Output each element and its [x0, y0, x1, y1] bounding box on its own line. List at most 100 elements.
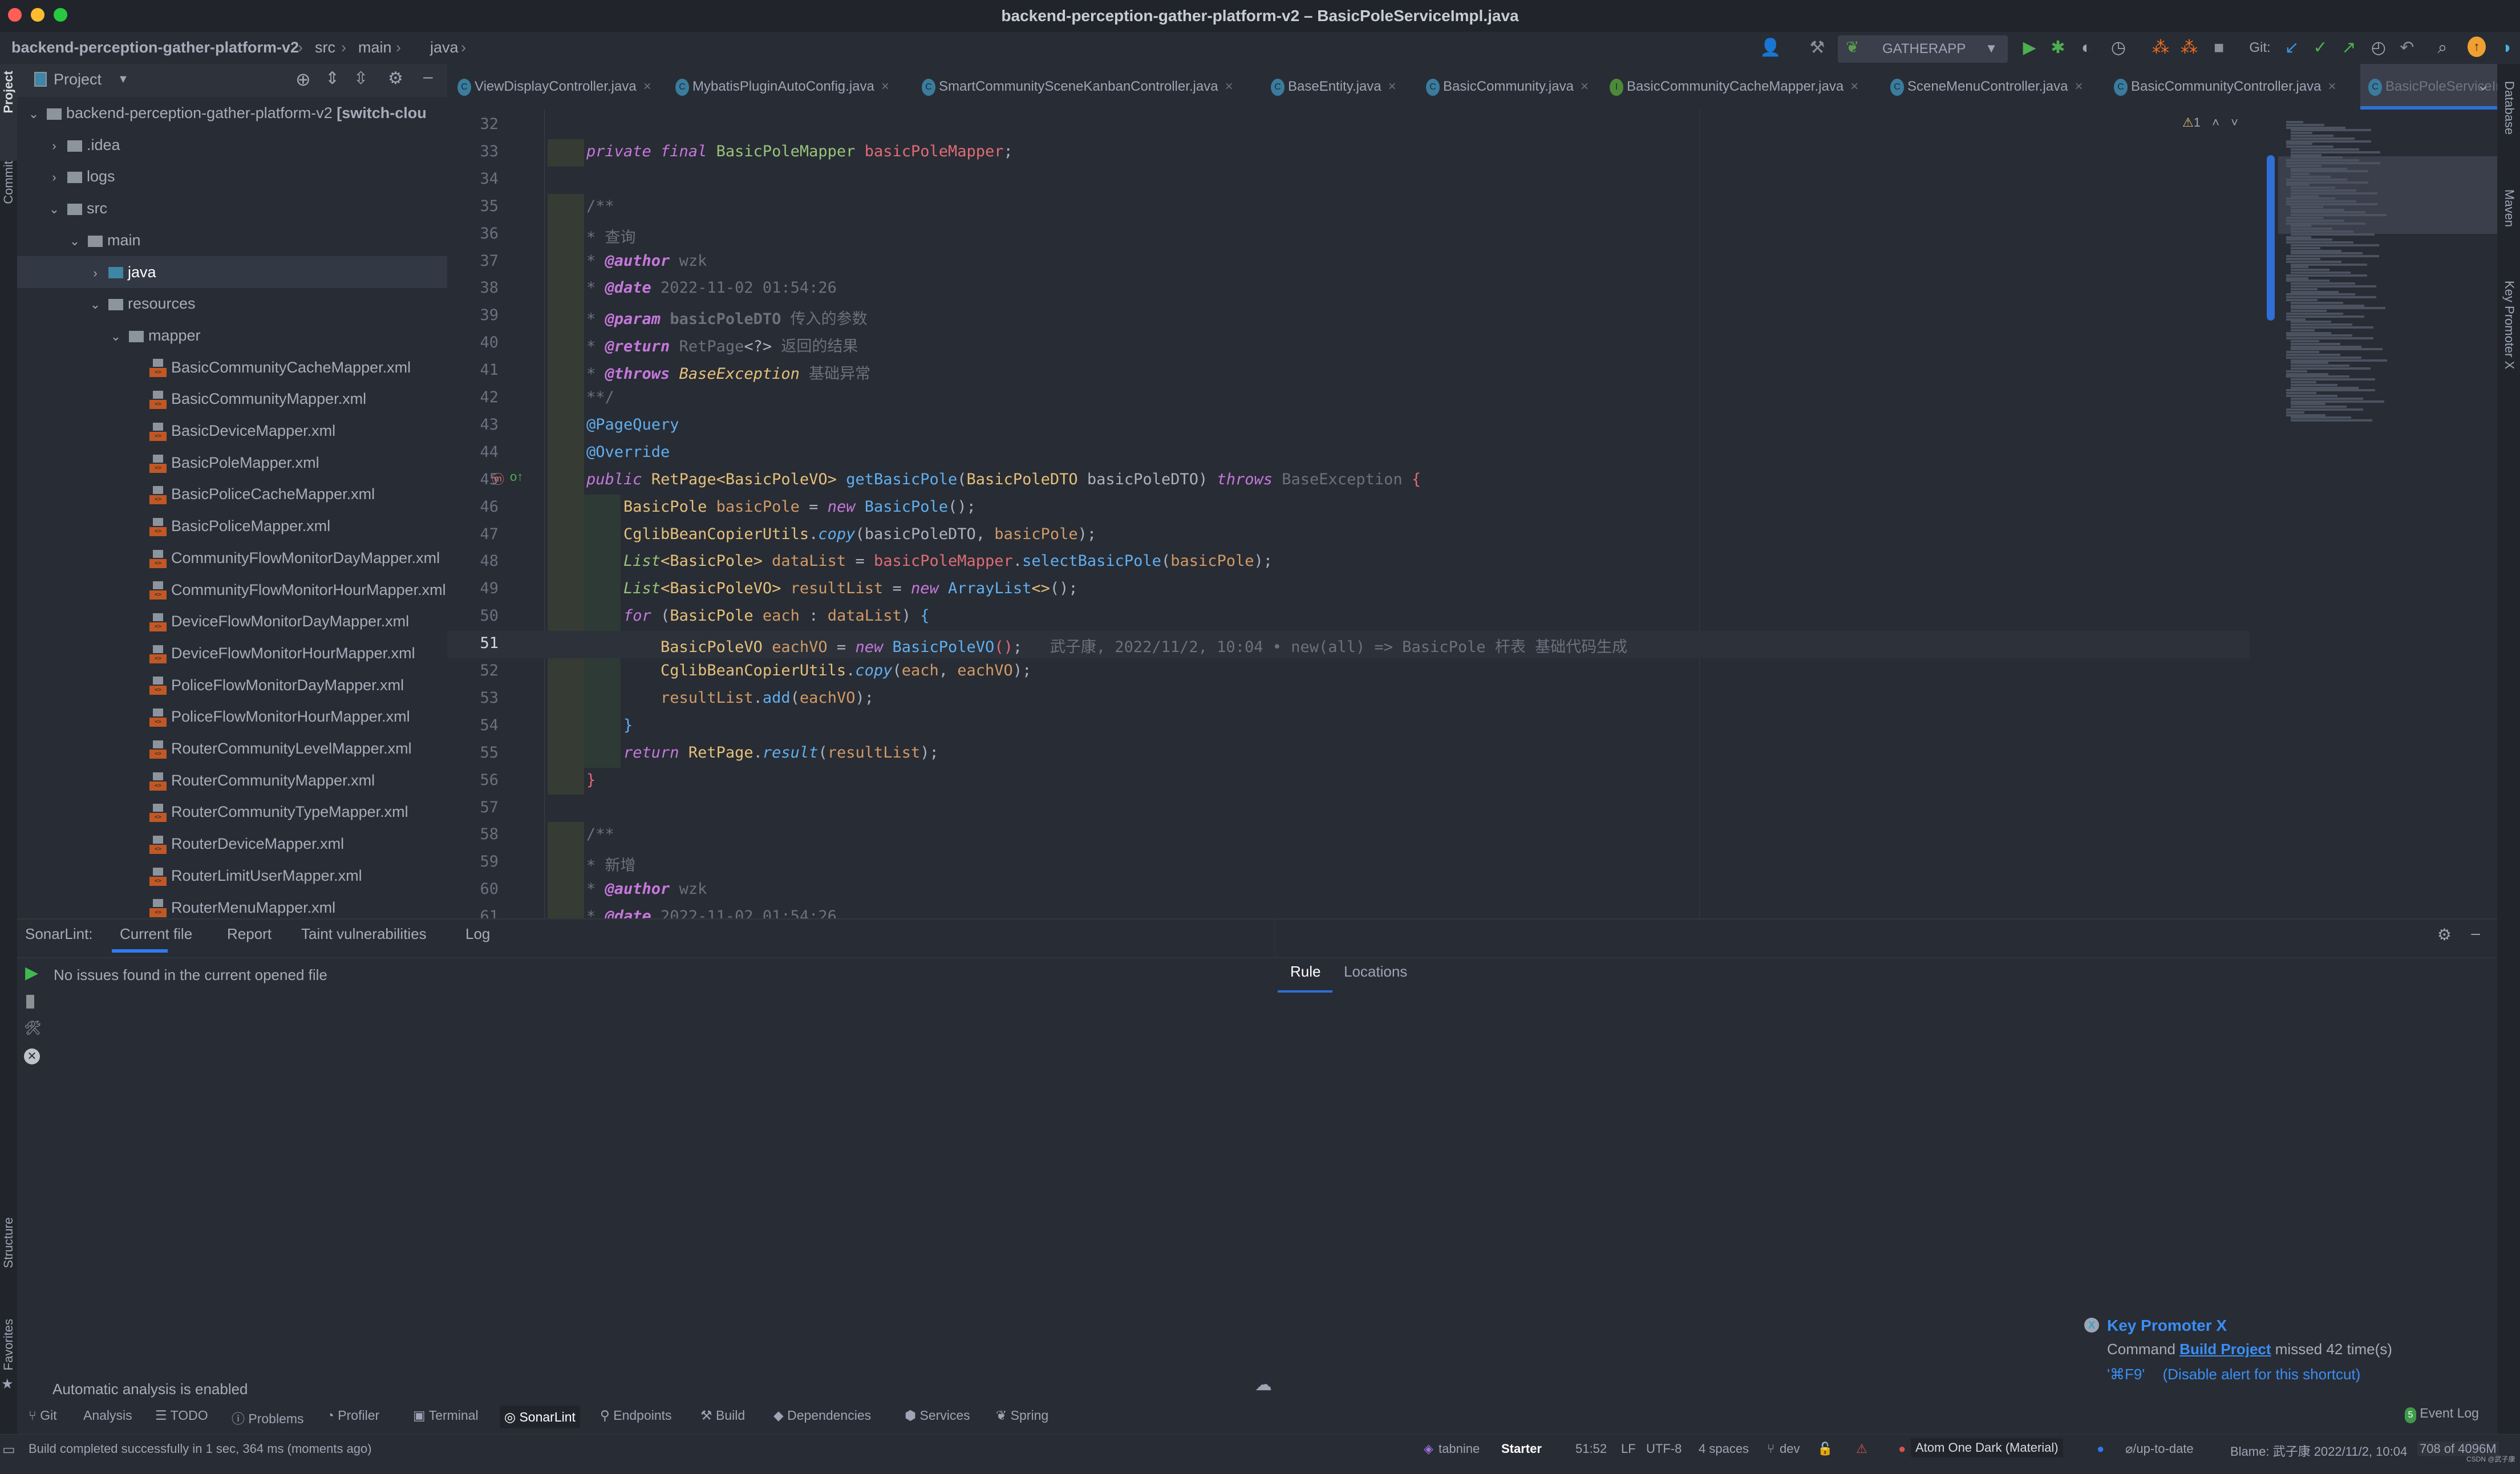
chevron-right-icon[interactable]: ›	[47, 161, 62, 192]
tree-file-item[interactable]: <> DeviceFlowMonitorDayMapper.xml	[17, 605, 447, 637]
run-configuration-select[interactable]: ❦ GATHERAPP ▼	[1838, 35, 2008, 63]
theme-indicator[interactable]: Atom One Dark (Material)	[1911, 1438, 2063, 1457]
tool-tab-favorites[interactable]: Favorites	[1, 1319, 16, 1370]
git-blame[interactable]: Blame: 武子康 2022/11/2, 10:04	[2230, 1441, 2407, 1460]
collapse-all-icon[interactable]: ⇳	[354, 68, 368, 88]
close-tab-icon[interactable]: ×	[1225, 79, 1233, 94]
editor-tab[interactable]: C BaseEntity.java ×	[1271, 64, 1413, 110]
sonarlint-tab-log[interactable]: Log	[465, 925, 490, 943]
close-tab-icon[interactable]: ×	[2075, 79, 2083, 94]
tool-tab-database[interactable]: Database	[2502, 81, 2517, 135]
tool-window-spring[interactable]: ❦ Spring	[996, 1408, 1048, 1423]
git-commit-icon[interactable]: ✓	[2309, 37, 2332, 59]
tree-file-item[interactable]: <> BasicPoliceMapper.xml	[17, 510, 447, 542]
disable-alert-link[interactable]: (Disable alert for this shortcut)	[2163, 1366, 2361, 1383]
tool-tab-maven[interactable]: Maven	[2502, 189, 2517, 227]
stop-icon[interactable]: ■	[2207, 37, 2230, 59]
override-gutter-icon[interactable]: o↑	[510, 469, 523, 484]
tool-tab-project[interactable]: Project	[1, 71, 16, 114]
tree-file-item[interactable]: <> DeviceFlowMonitorHourMapper.xml	[17, 637, 447, 669]
tree-folder-item[interactable]: ⌄ backend-perception-gather-platform-v2 […	[17, 97, 447, 129]
tool-window-git[interactable]: ⑂ Git	[29, 1408, 57, 1423]
chevron-down-icon[interactable]: ▼	[118, 73, 129, 86]
jrebel-debug-icon[interactable]: ⁂	[2178, 37, 2201, 59]
tree-folder-item[interactable]: › java	[17, 256, 447, 288]
detail-tab-locations[interactable]: Locations	[1344, 963, 1407, 981]
editor-tab[interactable]: I BasicCommunityCacheMapper.java ×	[1610, 64, 1878, 110]
tool-window-sonarlint[interactable]: ◎ SonarLint	[500, 1406, 580, 1428]
tool-tab-structure[interactable]: Structure	[1, 1217, 16, 1268]
tree-file-item[interactable]: <> PoliceFlowMonitorHourMapper.xml	[17, 700, 447, 732]
close-tab-icon[interactable]: ×	[2328, 79, 2336, 94]
sonarlint-tab-current-file[interactable]: Current file	[120, 925, 192, 943]
code-editor[interactable]: 32 33 private final BasicPoleMapper basicP…	[447, 110, 2250, 918]
code-minimap[interactable]	[2250, 110, 2497, 918]
editor-tab[interactable]: CBasicPoleServiceImpl.java×	[2360, 64, 2520, 110]
editor-tab[interactable]: C MybatisPluginAutoConfig.java ×	[675, 64, 909, 110]
editor-scrollbar[interactable]	[2267, 155, 2275, 321]
tree-folder-item[interactable]: ⌄ resources	[17, 287, 447, 319]
inspection-widget[interactable]: ⚠1 ˄ ˅	[2182, 115, 2238, 130]
coverage-icon[interactable]: ◐	[2075, 37, 2098, 59]
tree-file-item[interactable]: <> RouterMenuMapper.xml	[17, 892, 447, 919]
git-update-icon[interactable]: ↙	[2280, 37, 2303, 59]
minimize-panel-icon[interactable]: –	[423, 67, 433, 87]
chevron-down-icon[interactable]: ⌄	[88, 289, 103, 319]
build-hammer-icon[interactable]: ⚒	[1806, 37, 1829, 59]
git-branch[interactable]: dev	[1780, 1441, 1800, 1456]
sonarlint-tab-report[interactable]: Report	[227, 925, 272, 943]
event-log-button[interactable]: 5 Event Log	[2405, 1406, 2479, 1423]
tree-file-item[interactable]: <> RouterCommunityLevelMapper.xml	[17, 732, 447, 764]
breadcrumb-item-main[interactable]: main	[358, 39, 392, 56]
panel-toggle-icon[interactable]: ▭	[2, 1441, 15, 1458]
indent-setting[interactable]: 4 spaces	[1699, 1441, 1749, 1456]
editor-tab[interactable]: C BasicCommunityController.java ×	[2114, 64, 2348, 110]
run-icon[interactable]: ▶	[2018, 37, 2041, 59]
close-tab-icon[interactable]: ×	[1850, 79, 1858, 94]
chevron-down-icon[interactable]: ⌄	[26, 98, 41, 129]
gear-icon[interactable]: ⚙	[388, 68, 403, 88]
stop-icon[interactable]	[26, 995, 34, 1009]
tool-window-build[interactable]: ⚒ Build	[700, 1408, 745, 1423]
tool-window-todo[interactable]: ☰ TODO	[155, 1408, 208, 1423]
git-push-icon[interactable]: ↗	[2337, 37, 2360, 59]
close-tab-icon[interactable]: ×	[1581, 79, 1589, 94]
build-status-message[interactable]: Build completed successfully in 1 sec, 3…	[29, 1441, 372, 1456]
tool-window-services[interactable]: ⬢ Services	[905, 1408, 970, 1423]
build-project-link[interactable]: Build Project	[2179, 1341, 2271, 1358]
locate-file-icon[interactable]: ⊕	[295, 68, 311, 90]
tool-window-profiler[interactable]: ◔ Profiler	[326, 1408, 379, 1423]
tree-folder-item[interactable]: ⌄ src	[17, 192, 447, 224]
editor-tab[interactable]: C BasicCommunity.java ×	[1426, 64, 1597, 110]
breadcrumb-item-java[interactable]: java	[430, 39, 459, 56]
search-icon[interactable]: ⌕	[2431, 37, 2454, 59]
chevron-down-icon[interactable]: ⌄	[47, 193, 62, 224]
cloud-settings-icon[interactable]: ☁	[1255, 1375, 1272, 1395]
close-tab-icon[interactable]: ×	[881, 79, 889, 94]
gear-icon[interactable]: ⚙	[2437, 925, 2452, 944]
toolbox-icon[interactable]: ◗	[2496, 37, 2519, 59]
close-tab-icon[interactable]: ×	[1388, 79, 1396, 94]
history-icon[interactable]: ◴	[2367, 37, 2390, 59]
tree-file-item[interactable]: <> BasicPoliceCacheMapper.xml	[17, 478, 447, 510]
editor-tab[interactable]: C SmartCommunitySceneKanbanController.jav…	[922, 64, 1258, 110]
tool-window-analysis[interactable]: Analysis	[83, 1408, 132, 1423]
run-analysis-icon[interactable]: ▶	[25, 963, 38, 983]
tool-window-terminal[interactable]: ▣ Terminal	[413, 1408, 479, 1423]
detail-tab-rule[interactable]: Rule	[1290, 963, 1320, 981]
tree-file-item[interactable]: <> CommunityFlowMonitorHourMapper.xml	[17, 574, 447, 606]
sonarlint-tab-taint[interactable]: Taint vulnerabilities	[301, 925, 427, 943]
tree-file-item[interactable]: <> RouterCommunityMapper.xml	[17, 764, 447, 796]
tool-window-dependencies[interactable]: ◆ Dependencies	[773, 1408, 871, 1423]
debug-icon[interactable]: ✱	[2047, 37, 2069, 59]
tree-folder-item[interactable]: ⌄ main	[17, 224, 447, 256]
line-separator[interactable]: LF	[1621, 1441, 1636, 1456]
tree-file-item[interactable]: <> BasicCommunityMapper.xml	[17, 383, 447, 415]
profile-icon[interactable]: ◷	[2107, 37, 2130, 59]
tree-file-item[interactable]: <> RouterDeviceMapper.xml	[17, 828, 447, 860]
file-encoding[interactable]: UTF-8	[1646, 1441, 1682, 1456]
tool-window-endpoints[interactable]: ⚲ Endpoints	[600, 1408, 672, 1423]
tree-file-item[interactable]: <> CommunityFlowMonitorDayMapper.xml	[17, 542, 447, 574]
readonly-lock-icon[interactable]: 🔓	[1817, 1441, 1833, 1456]
tabnine-label[interactable]: tabnine	[1439, 1441, 1480, 1456]
